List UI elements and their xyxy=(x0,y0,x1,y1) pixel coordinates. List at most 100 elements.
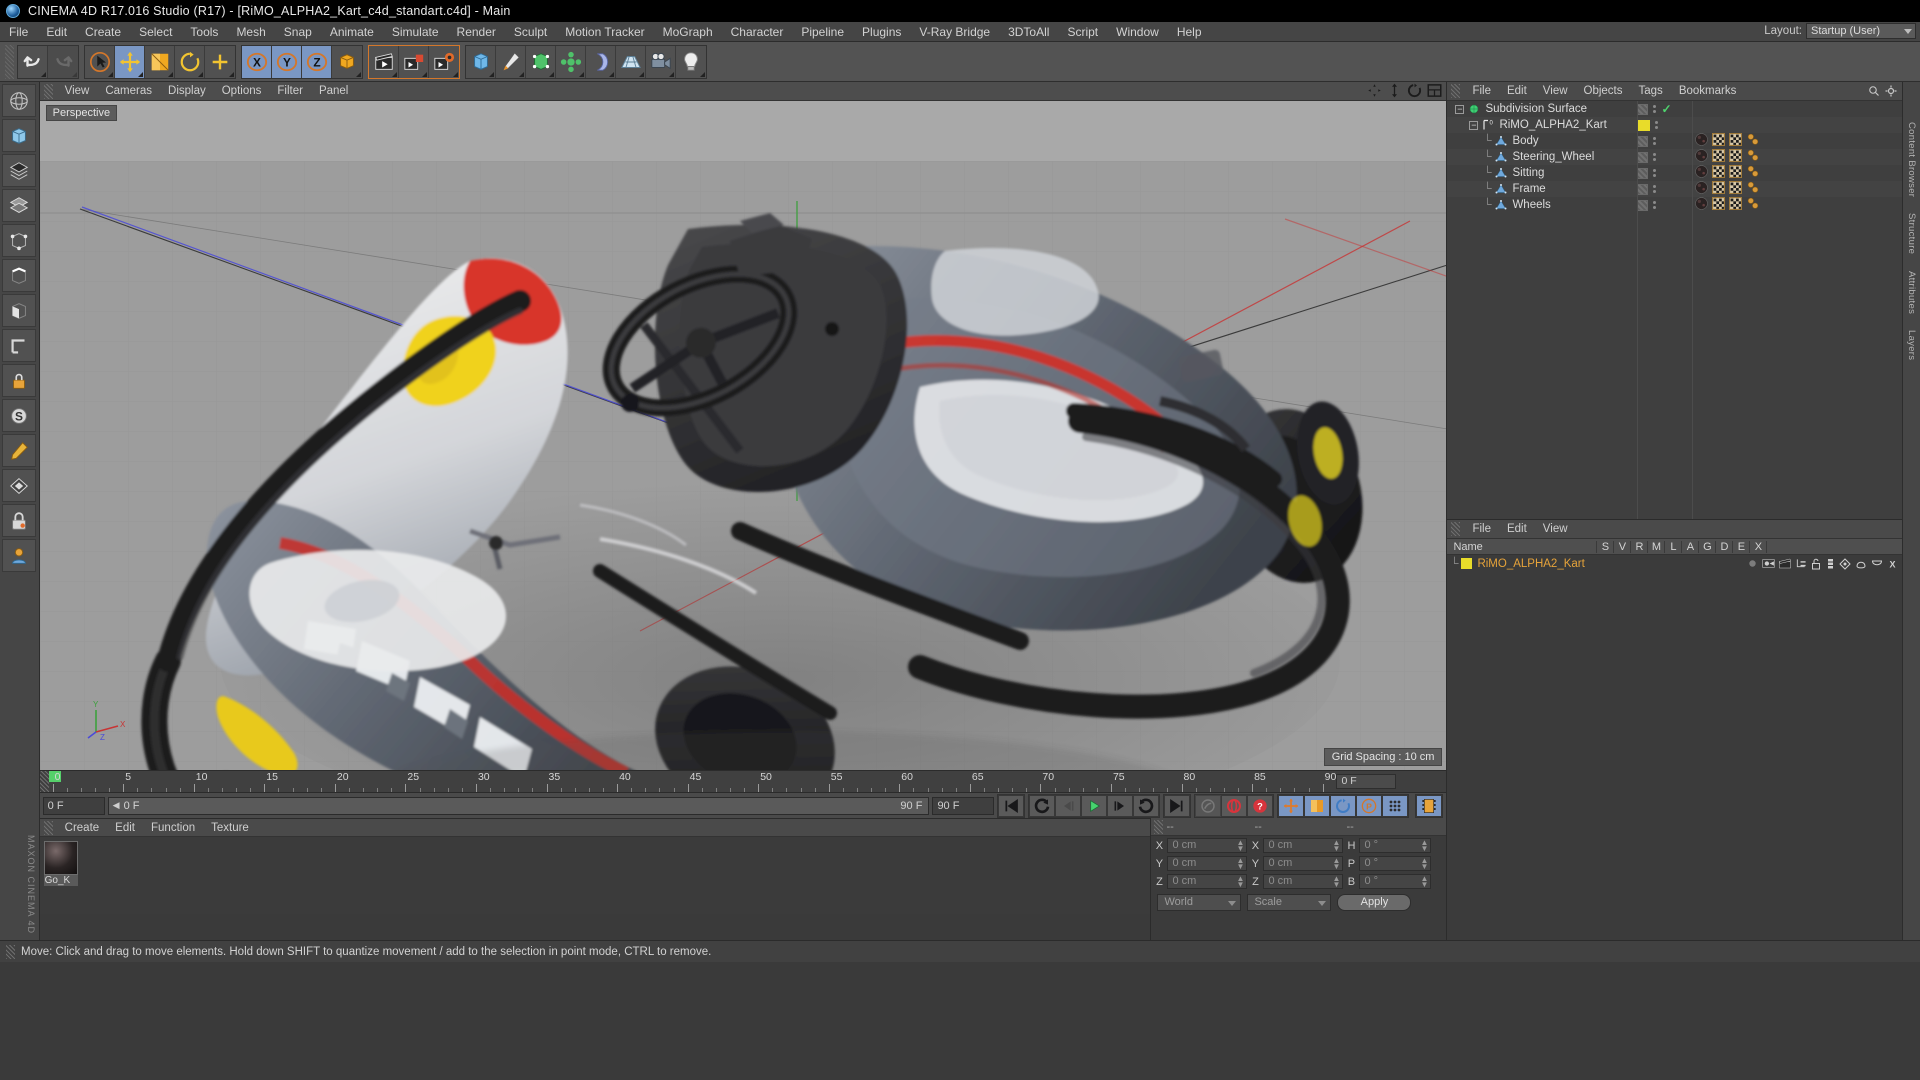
timeline-ruler[interactable]: 0 5 10 15 20 25 30 35 40 45 50 55 60 65 70 75 80 85 90 xyxy=(48,771,1337,792)
keyframe-selection-button[interactable]: ? xyxy=(1247,794,1274,817)
menu-item-file[interactable]: File xyxy=(0,22,37,42)
selection-tag-icon[interactable] xyxy=(1746,181,1760,197)
menu-item-snap[interactable]: Snap xyxy=(275,22,321,42)
step-back-keyframe-button[interactable] xyxy=(1029,794,1056,817)
layer-column-e[interactable]: E xyxy=(1733,540,1751,553)
floor-button[interactable] xyxy=(616,45,646,78)
menu-item-script[interactable]: Script xyxy=(1058,22,1107,42)
layer-menu-view[interactable]: View xyxy=(1535,520,1576,539)
material-menu-edit[interactable]: Edit xyxy=(107,819,143,837)
stepper-icon[interactable]: ▲ ▼ xyxy=(1421,875,1429,889)
expression-icon[interactable] xyxy=(1871,558,1883,568)
layer-menu-file[interactable]: File xyxy=(1464,520,1499,539)
gear-icon[interactable] xyxy=(1885,85,1897,97)
toolbar-grip[interactable] xyxy=(5,44,14,79)
coord-rot-p-field[interactable]: 0 ° ▲ ▼ xyxy=(1359,856,1432,871)
search-icon[interactable] xyxy=(1868,85,1880,97)
menu-item-help[interactable]: Help xyxy=(1168,22,1211,42)
coord-system-dropdown[interactable]: World xyxy=(1157,894,1242,911)
material-menu-texture[interactable]: Texture xyxy=(203,819,257,837)
world-coord-button[interactable] xyxy=(332,45,362,78)
visibility-dots-icon[interactable] xyxy=(1655,121,1659,129)
expand-collapse-toggle[interactable]: − xyxy=(1455,104,1465,114)
pan-icon[interactable] xyxy=(1367,83,1382,98)
uvw-tag-icon[interactable] xyxy=(1712,165,1726,181)
light-button[interactable] xyxy=(676,45,706,78)
texture-tag-icon[interactable] xyxy=(1729,149,1743,165)
padlock-icon[interactable] xyxy=(2,504,37,537)
viewport-menu-cameras[interactable]: Cameras xyxy=(97,82,160,101)
coord-size-x-field[interactable]: 0 cm ▲ ▼ xyxy=(1263,838,1344,853)
stepper-icon[interactable]: ▲ ▼ xyxy=(1333,875,1341,889)
camera-button[interactable] xyxy=(646,45,676,78)
axis-tool-button[interactable] xyxy=(205,45,235,78)
material-swatch[interactable] xyxy=(43,841,78,875)
visibility-dots-icon[interactable] xyxy=(1653,105,1657,113)
manager-tree-icon[interactable] xyxy=(1795,558,1807,569)
uvw-tag-icon[interactable] xyxy=(1712,133,1726,149)
uv-checker-icon[interactable] xyxy=(2,469,37,502)
stepper-icon[interactable]: ▲ ▼ xyxy=(1237,875,1245,889)
rotate-icon[interactable] xyxy=(1407,83,1422,98)
enable-check-icon[interactable]: ✓ xyxy=(1661,102,1671,116)
material-item[interactable]: Go_K xyxy=(43,841,78,886)
menu-item-select[interactable]: Select xyxy=(130,22,181,42)
frame-end-field[interactable]: 90 F xyxy=(932,796,995,815)
polygons-icon[interactable] xyxy=(2,294,37,327)
goto-start-button[interactable] xyxy=(998,794,1025,817)
menu-item-animate[interactable]: Animate xyxy=(321,22,383,42)
layer-row[interactable]: └ RiMO_ALPHA2_Kart X xyxy=(1447,555,1902,572)
bend-deformer-button[interactable] xyxy=(586,45,616,78)
object-menu-objects[interactable]: Objects xyxy=(1576,82,1631,101)
viewport-menu-options[interactable]: Options xyxy=(214,82,270,101)
stepper-icon[interactable]: ▲ ▼ xyxy=(1421,857,1429,871)
select-tool-button[interactable] xyxy=(85,45,115,78)
menu-item-pipeline[interactable]: Pipeline xyxy=(792,22,853,42)
view-eye-icon[interactable] xyxy=(1762,558,1775,569)
layer-column-l[interactable]: L xyxy=(1665,540,1683,553)
apply-button[interactable]: Apply xyxy=(1337,894,1412,911)
visibility-toggle-icon[interactable] xyxy=(1637,183,1649,195)
solo-icon[interactable] xyxy=(2,434,37,467)
menu-item-render[interactable]: Render xyxy=(448,22,505,42)
zoom-icon[interactable] xyxy=(1387,83,1402,98)
menu-item-mesh[interactable]: Mesh xyxy=(227,22,274,42)
render-clapper-icon[interactable] xyxy=(1779,558,1791,569)
viewport-grip[interactable] xyxy=(43,83,53,99)
layer-column-a[interactable]: A xyxy=(1682,540,1700,553)
coord-pos-x-field[interactable]: 0 cm ▲ ▼ xyxy=(1167,838,1248,853)
solo-dot-icon[interactable] xyxy=(1747,558,1758,569)
object-row[interactable]: └ Sitting xyxy=(1447,165,1902,181)
vertical-tab-content-browser[interactable]: Content Browser xyxy=(1906,122,1917,197)
material-menu-function[interactable]: Function xyxy=(143,819,203,837)
texture-tag-icon[interactable] xyxy=(1729,181,1743,197)
texture-tag-icon[interactable] xyxy=(1729,165,1743,181)
frame-start-field[interactable]: 0 F xyxy=(42,796,105,815)
object-menu-tags[interactable]: Tags xyxy=(1631,82,1671,101)
menu-item-simulate[interactable]: Simulate xyxy=(383,22,448,42)
object-row[interactable]: └ Steering_Wheel xyxy=(1447,149,1903,165)
object-menu-grip[interactable] xyxy=(1451,84,1461,98)
viewport-menu-panel[interactable]: Panel xyxy=(311,82,356,101)
coord-rot-b-field[interactable]: 0 ° ▲ ▼ xyxy=(1359,874,1432,889)
layer-column-s[interactable]: S xyxy=(1597,540,1615,553)
vertical-tab-layers[interactable]: Layers xyxy=(1906,330,1917,360)
object-menu-bookmarks[interactable]: Bookmarks xyxy=(1671,82,1745,101)
timeline-current-frame[interactable]: 0 F xyxy=(1336,774,1397,789)
model-checker-icon[interactable] xyxy=(2,154,37,187)
coord-size-z-field[interactable]: 0 cm ▲ ▼ xyxy=(1263,874,1344,889)
texture-layers-icon[interactable] xyxy=(2,189,37,222)
material-menu-create[interactable]: Create xyxy=(57,819,108,837)
object-tree[interactable]: − Subdivision Surface ✓ −0 RiMO_ALPHA2_Kart └… xyxy=(1447,101,1903,519)
stepper-icon[interactable]: ▲ ▼ xyxy=(1333,839,1341,853)
object-menu-view[interactable]: View xyxy=(1535,82,1576,101)
object-row[interactable]: └ Frame xyxy=(1447,181,1903,197)
layout-selector[interactable]: Layout: Startup (User) xyxy=(1764,23,1916,39)
menu-item-v-ray-bridge[interactable]: V-Ray Bridge xyxy=(910,22,999,42)
render-view-button[interactable] xyxy=(369,45,399,78)
key-position-button[interactable] xyxy=(1278,794,1305,817)
axis-lock-icon[interactable] xyxy=(2,364,37,397)
object-row[interactable]: └ Body xyxy=(1447,133,1902,149)
viewport-menu-view[interactable]: View xyxy=(57,82,98,101)
layer-column-x[interactable]: X xyxy=(1750,540,1768,553)
